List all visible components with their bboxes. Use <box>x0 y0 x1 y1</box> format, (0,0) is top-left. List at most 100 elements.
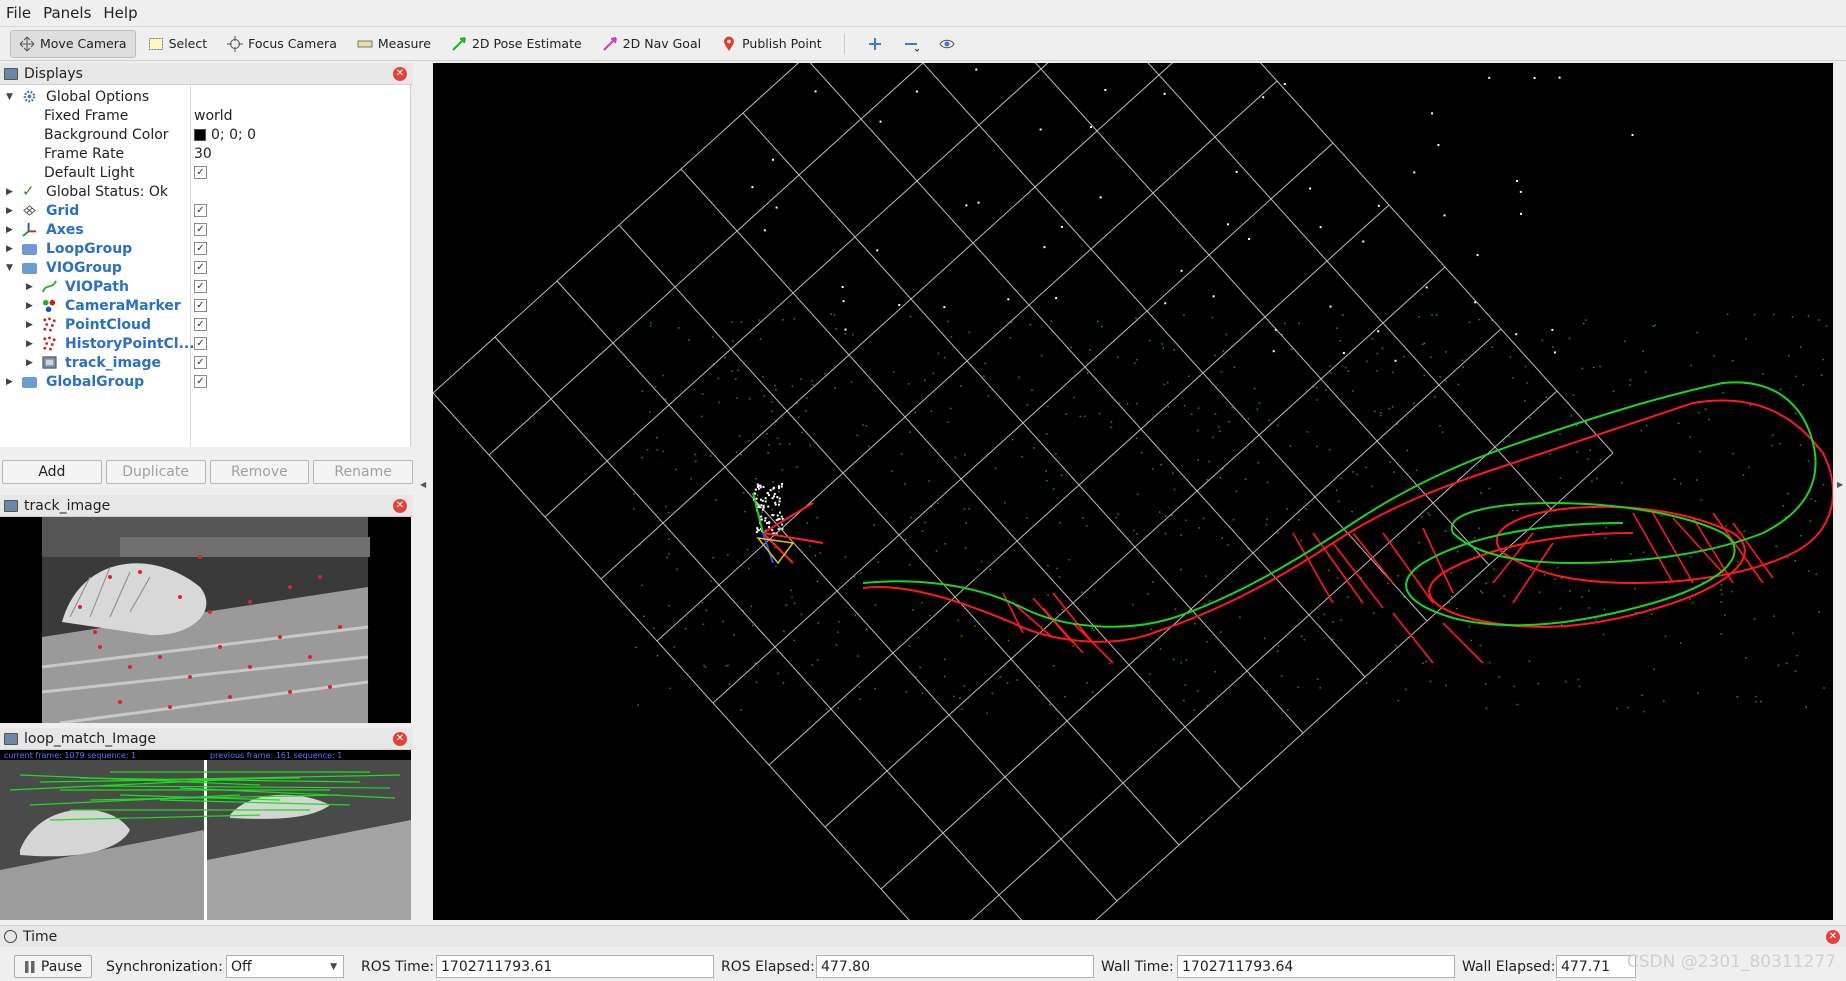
track-image-checkbox[interactable]: ✓ <box>194 356 207 369</box>
cloud-point <box>1208 460 1210 463</box>
loop-group-checkbox[interactable]: ✓ <box>194 242 207 255</box>
cloud-point <box>1376 352 1379 355</box>
default-light-checkbox[interactable]: ✓ <box>194 166 207 179</box>
tree-row-fixed-frame[interactable]: Fixed Frame world <box>0 106 411 125</box>
tree-row-global-options[interactable]: ▼ Global Options <box>0 87 411 106</box>
add-button[interactable]: Add <box>2 460 102 484</box>
pause-button[interactable]: Pause <box>14 955 92 978</box>
ros-elapsed-field[interactable]: 477.80 <box>816 955 1094 978</box>
cloud-point <box>1537 682 1540 685</box>
close-icon[interactable]: ✕ <box>393 67 407 81</box>
tree-row-track-image[interactable]: ▶ track_image ✓ <box>0 353 411 372</box>
tree-row-frame-rate[interactable]: Frame Rate 30 <box>0 144 411 163</box>
expand-right-icon[interactable]: ▶ <box>6 187 13 197</box>
cloud-point <box>776 496 779 499</box>
wall-time-field[interactable]: 1702711793.64 <box>1177 955 1455 978</box>
folder-icon <box>22 263 37 274</box>
expand-down-icon[interactable]: ▼ <box>6 263 13 273</box>
expand-right-icon[interactable]: ▶ <box>26 301 33 311</box>
cloud-point <box>1745 338 1747 340</box>
remove-button[interactable]: Remove <box>209 460 310 484</box>
add-tool-button[interactable] <box>859 30 891 58</box>
vio-group-checkbox[interactable]: ✓ <box>194 261 207 274</box>
menu-bar: File Panels Help <box>0 0 1846 27</box>
menu-panels[interactable]: Panels <box>43 4 91 22</box>
cloud-point <box>1391 406 1394 408</box>
expand-right-icon[interactable]: ▶ <box>6 206 13 216</box>
cloud-point <box>1394 359 1397 362</box>
cloud-point <box>1462 366 1465 368</box>
move-camera-tool[interactable]: Move Camera <box>10 29 136 58</box>
expand-right-icon[interactable]: ▶ <box>26 339 33 349</box>
expand-right-icon[interactable]: ▶ <box>6 244 13 254</box>
expand-right-icon[interactable]: ▶ <box>26 282 33 292</box>
duplicate-button[interactable]: Duplicate <box>105 460 206 484</box>
tree-row-global-status[interactable]: ▶ ✓ Global Status: Ok <box>0 182 411 201</box>
tree-row-history-point-cloud[interactable]: ▶ HistoryPointCl... ✓ <box>0 334 411 353</box>
cloud-point <box>1428 514 1431 516</box>
rename-button[interactable]: Rename <box>313 460 413 484</box>
cloud-point <box>1479 644 1481 647</box>
tree-row-point-cloud[interactable]: ▶ PointCloud ✓ <box>0 315 411 334</box>
global-group-checkbox[interactable]: ✓ <box>194 375 207 388</box>
cloud-point <box>1559 607 1561 610</box>
tree-row-axes[interactable]: ▶ Axes ✓ <box>0 220 411 239</box>
expand-right-icon[interactable]: ▶ <box>6 225 13 235</box>
axes-checkbox[interactable]: ✓ <box>194 223 207 236</box>
ros-time-field[interactable]: 1702711793.61 <box>436 955 714 978</box>
tree-row-vio-path[interactable]: ▶ VIOPath ✓ <box>0 277 411 296</box>
background-color-value[interactable]: 0; 0; 0 <box>194 127 256 143</box>
select-tool[interactable]: Select <box>140 30 216 58</box>
cloud-point <box>1444 530 1447 532</box>
cloud-point <box>759 338 762 340</box>
remove-tool-button[interactable] <box>895 30 927 58</box>
menu-help[interactable]: Help <box>103 4 137 22</box>
tree-row-camera-marker[interactable]: ▶ CameraMarker ✓ <box>0 296 411 315</box>
expand-right-icon[interactable]: ▶ <box>26 358 33 368</box>
menu-file[interactable]: File <box>6 4 31 22</box>
cloud-point <box>965 204 968 207</box>
tree-row-grid[interactable]: ▶ Grid ✓ <box>0 201 411 220</box>
nav-goal-tool[interactable]: 2D Nav Goal <box>594 30 709 58</box>
collapse-left-icon[interactable]: ◀ <box>420 480 426 489</box>
tree-row-default-light[interactable]: Default Light ✓ <box>0 163 411 182</box>
wall-elapsed-field[interactable]: 477.71 <box>1556 955 1636 978</box>
tree-row-global-group[interactable]: ▶ GlobalGroup ✓ <box>0 372 411 391</box>
expand-down-icon[interactable]: ▼ <box>6 92 13 102</box>
cloud-point <box>768 521 771 524</box>
cloud-point <box>1167 406 1170 408</box>
frame-rate-value[interactable]: 30 <box>194 146 212 162</box>
tree-row-loop-group[interactable]: ▶ LoopGroup ✓ <box>0 239 411 258</box>
view-options-button[interactable] <box>931 30 963 58</box>
cloud-point <box>1336 577 1339 579</box>
collapse-right-icon[interactable]: ▶ <box>1837 480 1843 489</box>
cloud-point <box>773 486 776 489</box>
render-view[interactable] <box>433 63 1833 920</box>
tree-row-vio-group[interactable]: ▼ VIOGroup ✓ <box>0 258 411 277</box>
pose-estimate-tool[interactable]: 2D Pose Estimate <box>443 30 590 58</box>
close-icon[interactable]: ✕ <box>393 499 407 513</box>
track-camera-image <box>0 517 411 723</box>
expand-right-icon[interactable]: ▶ <box>26 320 33 330</box>
close-icon[interactable]: ✕ <box>1826 930 1840 944</box>
publish-point-tool[interactable]: Publish Point <box>713 30 830 58</box>
fixed-frame-value[interactable]: world <box>194 108 233 124</box>
sync-select[interactable]: Off ▼ <box>226 955 344 978</box>
tree-row-background-color[interactable]: Background Color 0; 0; 0 <box>0 125 411 144</box>
cloud-point <box>950 336 953 338</box>
expand-right-icon[interactable]: ▶ <box>6 377 13 387</box>
camera-marker-checkbox[interactable]: ✓ <box>194 299 207 312</box>
cloud-point <box>770 401 773 403</box>
history-point-cloud-checkbox[interactable]: ✓ <box>194 337 207 350</box>
cloud-point <box>1047 594 1049 596</box>
cloud-point <box>1654 324 1656 327</box>
publish-point-label: Publish Point <box>742 36 822 51</box>
cloud-point <box>1163 383 1166 386</box>
dropdown-arrow-icon: ▼ <box>330 961 337 972</box>
close-icon[interactable]: ✕ <box>393 732 407 746</box>
vio-path-checkbox[interactable]: ✓ <box>194 280 207 293</box>
grid-checkbox[interactable]: ✓ <box>194 204 207 217</box>
focus-camera-tool[interactable]: Focus Camera <box>219 30 345 58</box>
point-cloud-checkbox[interactable]: ✓ <box>194 318 207 331</box>
measure-tool[interactable]: Measure <box>349 30 439 58</box>
